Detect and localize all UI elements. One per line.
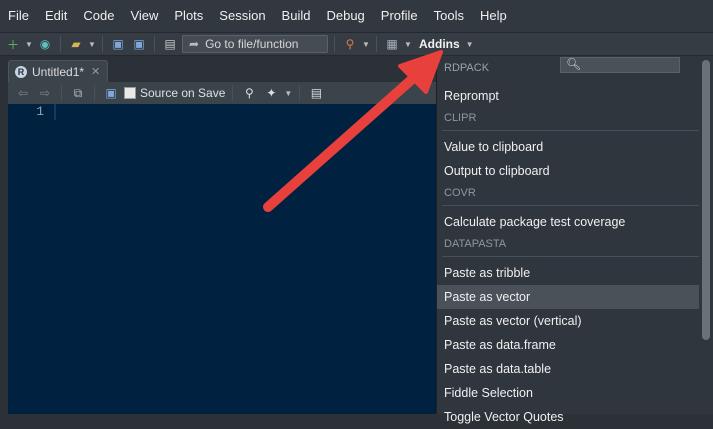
- group-clipr: CLIPR: [444, 112, 477, 124]
- toolbar-divider: [376, 36, 377, 52]
- new-project-icon[interactable]: ◉: [36, 36, 54, 52]
- menu-help[interactable]: Help: [472, 0, 515, 32]
- print-icon[interactable]: ▤: [161, 36, 179, 52]
- text-cursor: [54, 104, 56, 120]
- toolbar-divider: [334, 36, 335, 52]
- main-toolbar: ＋ ▼ ◉ ▰ ▼ ▣ ▣ ▤ ➦ Go to file/function ⚲ …: [0, 32, 713, 56]
- toolbar-divider: [60, 36, 61, 52]
- compile-report-icon[interactable]: ▤: [307, 85, 325, 101]
- group-datapasta: DATAPASTA: [444, 238, 507, 250]
- menu-code[interactable]: Code: [75, 0, 122, 32]
- group-rdpack: RDPACK: [444, 62, 490, 74]
- search-icon: 🔍︎: [566, 57, 582, 71]
- tab-title: Untitled1*: [32, 64, 85, 79]
- menu-item-paste-as-vector-vertical[interactable]: Paste as vector (vertical): [437, 309, 699, 333]
- new-file-icon[interactable]: ＋: [4, 36, 22, 52]
- menu-item-toggle-vector-quotes[interactable]: Toggle Vector Quotes: [437, 405, 699, 429]
- menu-session[interactable]: Session: [211, 0, 273, 32]
- menu-divider: [442, 205, 699, 206]
- chevron-down-icon: ▼: [465, 39, 474, 49]
- save-all-icon[interactable]: ▣: [130, 36, 148, 52]
- menu-item-fiddle-selection[interactable]: Fiddle Selection: [437, 381, 699, 405]
- show-in-window-icon[interactable]: ⧉: [69, 85, 87, 101]
- open-folder-icon[interactable]: ▰: [67, 36, 85, 52]
- dropdown-scrollbar[interactable]: [702, 60, 710, 340]
- menu-item-calculate-coverage[interactable]: Calculate package test coverage: [437, 210, 699, 234]
- menu-item-paste-as-data-table[interactable]: Paste as data.table: [437, 357, 699, 381]
- menu-view[interactable]: View: [122, 0, 166, 32]
- menu-bar: File Edit Code View Plots Session Build …: [0, 0, 713, 32]
- menu-tools[interactable]: Tools: [426, 0, 472, 32]
- toolbar-divider: [154, 36, 155, 52]
- addins-dropdown: RDPACK 🔍︎ Reprompt CLIPR Value to clipbo…: [436, 56, 713, 424]
- toolbar-divider: [102, 36, 103, 52]
- menu-file[interactable]: File: [0, 0, 37, 32]
- menu-profile[interactable]: Profile: [373, 0, 426, 32]
- addins-search-input[interactable]: 🔍︎: [560, 57, 680, 73]
- editor-toolbar: ⇦ ⇨ ⧉ ▣ Source on Save ⚲ ✦ ▼ ▤: [8, 82, 436, 104]
- addins-button[interactable]: Addins ▼: [419, 37, 474, 51]
- menu-plots[interactable]: Plots: [166, 0, 211, 32]
- close-icon[interactable]: ✕: [91, 65, 100, 78]
- source-on-save-checkbox[interactable]: [124, 87, 136, 99]
- toolbar-divider: [299, 85, 301, 101]
- line-gutter: 1: [8, 104, 54, 414]
- addins-label: Addins: [419, 37, 460, 51]
- go-to-file-input[interactable]: ➦ Go to file/function: [182, 35, 328, 53]
- menu-divider: [442, 130, 699, 131]
- chevron-down-icon[interactable]: ▼: [404, 40, 412, 49]
- menu-item-reprompt[interactable]: Reprompt: [437, 84, 699, 108]
- git-icon[interactable]: ⚲: [341, 36, 359, 52]
- code-editor[interactable]: 1: [8, 104, 436, 414]
- menu-build[interactable]: Build: [274, 0, 319, 32]
- toolbar-divider: [61, 85, 62, 101]
- chevron-down-icon[interactable]: ▼: [25, 40, 33, 49]
- menu-edit[interactable]: Edit: [37, 0, 75, 32]
- go-to-label: Go to file/function: [205, 37, 299, 51]
- source-on-save-label: Source on Save: [140, 86, 226, 100]
- magic-wand-icon[interactable]: ✦: [262, 85, 280, 101]
- toolbar-divider: [94, 85, 95, 101]
- grid-layout-icon[interactable]: ▦: [383, 36, 401, 52]
- menu-divider: [442, 256, 699, 257]
- save-icon[interactable]: ▣: [109, 36, 127, 52]
- menu-item-value-to-clipboard[interactable]: Value to clipboard: [437, 135, 699, 159]
- menu-item-output-to-clipboard[interactable]: Output to clipboard: [437, 159, 699, 183]
- tab-untitled1[interactable]: R Untitled1* ✕: [8, 60, 108, 82]
- chevron-down-icon[interactable]: ▼: [88, 40, 96, 49]
- group-covr: COVR: [444, 187, 476, 199]
- save-icon[interactable]: ▣: [102, 85, 120, 101]
- forward-arrow-icon[interactable]: ⇨: [36, 85, 54, 101]
- line-number: 1: [36, 104, 44, 119]
- search-icon[interactable]: ⚲: [240, 85, 258, 101]
- chevron-down-icon[interactable]: ▼: [284, 89, 292, 98]
- toolbar-divider: [232, 85, 234, 101]
- menu-debug[interactable]: Debug: [318, 0, 372, 32]
- menu-item-paste-as-tribble[interactable]: Paste as tribble: [437, 261, 699, 285]
- go-to-arrow-icon: ➦: [189, 37, 200, 51]
- editor-tabstrip: R Untitled1* ✕: [0, 56, 436, 82]
- back-arrow-icon[interactable]: ⇦: [14, 85, 32, 101]
- r-file-icon: R: [15, 65, 27, 78]
- menu-item-paste-as-data-frame[interactable]: Paste as data.frame: [437, 333, 699, 357]
- source-pane: R Untitled1* ✕ ⇦ ⇨ ⧉ ▣ Source on Save ⚲ …: [0, 56, 436, 414]
- chevron-down-icon[interactable]: ▼: [362, 40, 370, 49]
- menu-item-paste-as-vector[interactable]: Paste as vector: [437, 285, 699, 309]
